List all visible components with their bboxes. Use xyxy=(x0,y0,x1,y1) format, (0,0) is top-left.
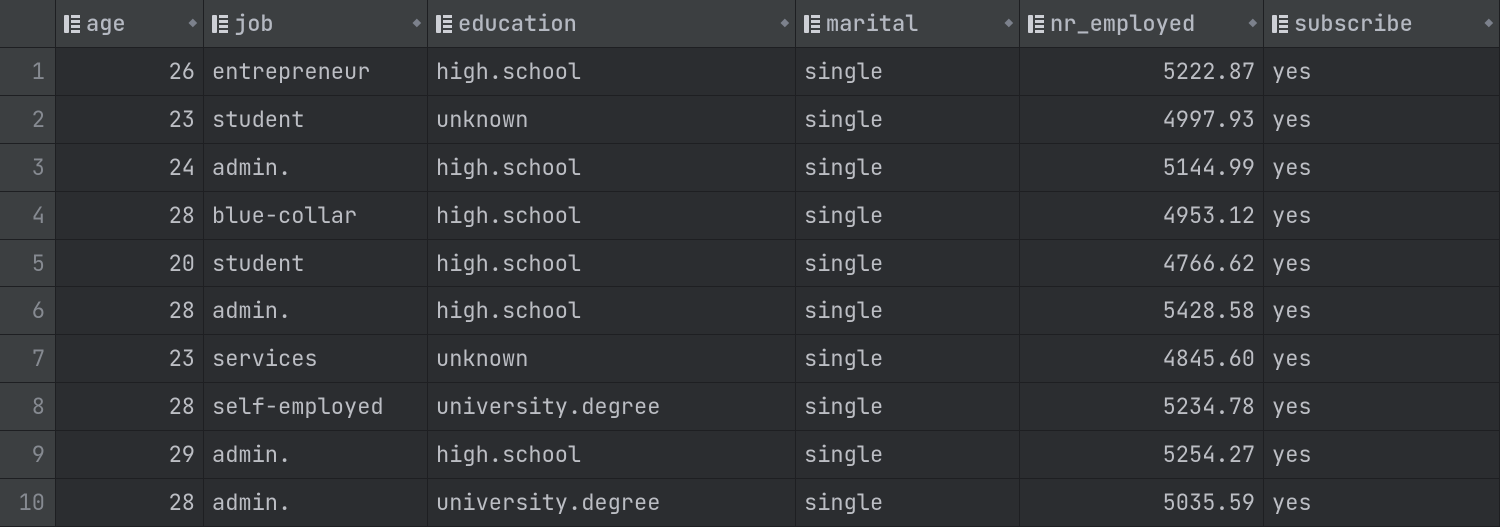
cell-age[interactable]: 23 xyxy=(56,335,204,383)
cell-marital[interactable]: single xyxy=(796,48,1020,96)
cell-nr-employed[interactable]: 4997.93 xyxy=(1020,96,1264,144)
cell-subscribe[interactable]: yes xyxy=(1264,287,1500,335)
column-icon xyxy=(804,15,820,33)
cell-education[interactable]: unknown xyxy=(428,335,796,383)
column-icon xyxy=(64,15,80,33)
cell-subscribe[interactable]: yes xyxy=(1264,192,1500,240)
data-table: age ◆ job ◆ education ◆ marital ◆ nr_emp… xyxy=(0,0,1500,527)
cell-job[interactable]: self-employed xyxy=(204,383,428,431)
row-number[interactable]: 4 xyxy=(0,192,56,240)
cell-job[interactable]: entrepreneur xyxy=(204,48,428,96)
cell-subscribe[interactable]: yes xyxy=(1264,383,1500,431)
cell-nr-employed[interactable]: 4766.62 xyxy=(1020,240,1264,288)
column-header-education[interactable]: education ◆ xyxy=(428,0,796,48)
cell-age[interactable]: 23 xyxy=(56,96,204,144)
cell-subscribe[interactable]: yes xyxy=(1264,335,1500,383)
cell-education[interactable]: high.school xyxy=(428,144,796,192)
cell-job[interactable]: admin. xyxy=(204,144,428,192)
column-header-subscribe[interactable]: subscribe ◆ xyxy=(1264,0,1500,48)
cell-marital[interactable]: single xyxy=(796,240,1020,288)
column-icon xyxy=(1028,15,1044,33)
cell-marital[interactable]: single xyxy=(796,383,1020,431)
cell-marital[interactable]: single xyxy=(796,192,1020,240)
column-label: age xyxy=(86,0,126,48)
row-number[interactable]: 8 xyxy=(0,383,56,431)
column-label: subscribe xyxy=(1294,0,1413,48)
cell-nr-employed[interactable]: 5144.99 xyxy=(1020,144,1264,192)
cell-nr-employed[interactable]: 5234.78 xyxy=(1020,383,1264,431)
column-label: education xyxy=(458,0,577,48)
cell-marital[interactable]: single xyxy=(796,96,1020,144)
sort-icon[interactable]: ◆ xyxy=(781,0,787,48)
cell-education[interactable]: university.degree xyxy=(428,383,796,431)
column-icon xyxy=(212,15,228,33)
cell-education[interactable]: high.school xyxy=(428,287,796,335)
cell-education[interactable]: high.school xyxy=(428,240,796,288)
cell-nr-employed[interactable]: 4845.60 xyxy=(1020,335,1264,383)
cell-subscribe[interactable]: yes xyxy=(1264,144,1500,192)
sort-icon[interactable]: ◆ xyxy=(1485,0,1491,48)
cell-nr-employed[interactable]: 4953.12 xyxy=(1020,192,1264,240)
cell-job[interactable]: admin. xyxy=(204,287,428,335)
row-number[interactable]: 7 xyxy=(0,335,56,383)
cell-nr-employed[interactable]: 5254.27 xyxy=(1020,431,1264,479)
cell-job[interactable]: student xyxy=(204,240,428,288)
column-icon xyxy=(436,15,452,33)
cell-age[interactable]: 26 xyxy=(56,48,204,96)
row-number[interactable]: 5 xyxy=(0,240,56,288)
cell-age[interactable]: 28 xyxy=(56,479,204,527)
column-header-age[interactable]: age ◆ xyxy=(56,0,204,48)
cell-marital[interactable]: single xyxy=(796,144,1020,192)
cell-education[interactable]: high.school xyxy=(428,48,796,96)
row-number[interactable]: 10 xyxy=(0,479,56,527)
row-number[interactable]: 6 xyxy=(0,287,56,335)
cell-age[interactable]: 20 xyxy=(56,240,204,288)
row-number[interactable]: 1 xyxy=(0,48,56,96)
cell-marital[interactable]: single xyxy=(796,287,1020,335)
row-number[interactable]: 3 xyxy=(0,144,56,192)
sort-icon[interactable]: ◆ xyxy=(1249,0,1255,48)
cell-subscribe[interactable]: yes xyxy=(1264,431,1500,479)
cell-education[interactable]: unknown xyxy=(428,96,796,144)
sort-icon[interactable]: ◆ xyxy=(1005,0,1011,48)
column-icon xyxy=(1272,15,1288,33)
cell-subscribe[interactable]: yes xyxy=(1264,240,1500,288)
row-number[interactable]: 9 xyxy=(0,431,56,479)
sort-icon[interactable]: ◆ xyxy=(189,0,195,48)
cell-subscribe[interactable]: yes xyxy=(1264,48,1500,96)
cell-subscribe[interactable]: yes xyxy=(1264,479,1500,527)
cell-job[interactable]: admin. xyxy=(204,431,428,479)
cell-age[interactable]: 29 xyxy=(56,431,204,479)
cell-education[interactable]: high.school xyxy=(428,192,796,240)
cell-age[interactable]: 24 xyxy=(56,144,204,192)
cell-nr-employed[interactable]: 5035.59 xyxy=(1020,479,1264,527)
cell-nr-employed[interactable]: 5428.58 xyxy=(1020,287,1264,335)
column-label: nr_employed xyxy=(1050,0,1195,48)
cell-age[interactable]: 28 xyxy=(56,192,204,240)
cell-marital[interactable]: single xyxy=(796,479,1020,527)
cell-job[interactable]: student xyxy=(204,96,428,144)
cell-education[interactable]: high.school xyxy=(428,431,796,479)
cell-nr-employed[interactable]: 5222.87 xyxy=(1020,48,1264,96)
cell-job[interactable]: blue-collar xyxy=(204,192,428,240)
cell-marital[interactable]: single xyxy=(796,335,1020,383)
column-header-nr-employed[interactable]: nr_employed ◆ xyxy=(1020,0,1264,48)
row-header-corner[interactable] xyxy=(0,0,56,48)
cell-job[interactable]: admin. xyxy=(204,479,428,527)
cell-job[interactable]: services xyxy=(204,335,428,383)
column-header-marital[interactable]: marital ◆ xyxy=(796,0,1020,48)
cell-education[interactable]: university.degree xyxy=(428,479,796,527)
sort-icon[interactable]: ◆ xyxy=(413,0,419,48)
column-label: job xyxy=(234,0,274,48)
column-header-job[interactable]: job ◆ xyxy=(204,0,428,48)
column-label: marital xyxy=(826,0,918,48)
cell-age[interactable]: 28 xyxy=(56,287,204,335)
row-number[interactable]: 2 xyxy=(0,96,56,144)
cell-subscribe[interactable]: yes xyxy=(1264,96,1500,144)
cell-age[interactable]: 28 xyxy=(56,383,204,431)
cell-marital[interactable]: single xyxy=(796,431,1020,479)
